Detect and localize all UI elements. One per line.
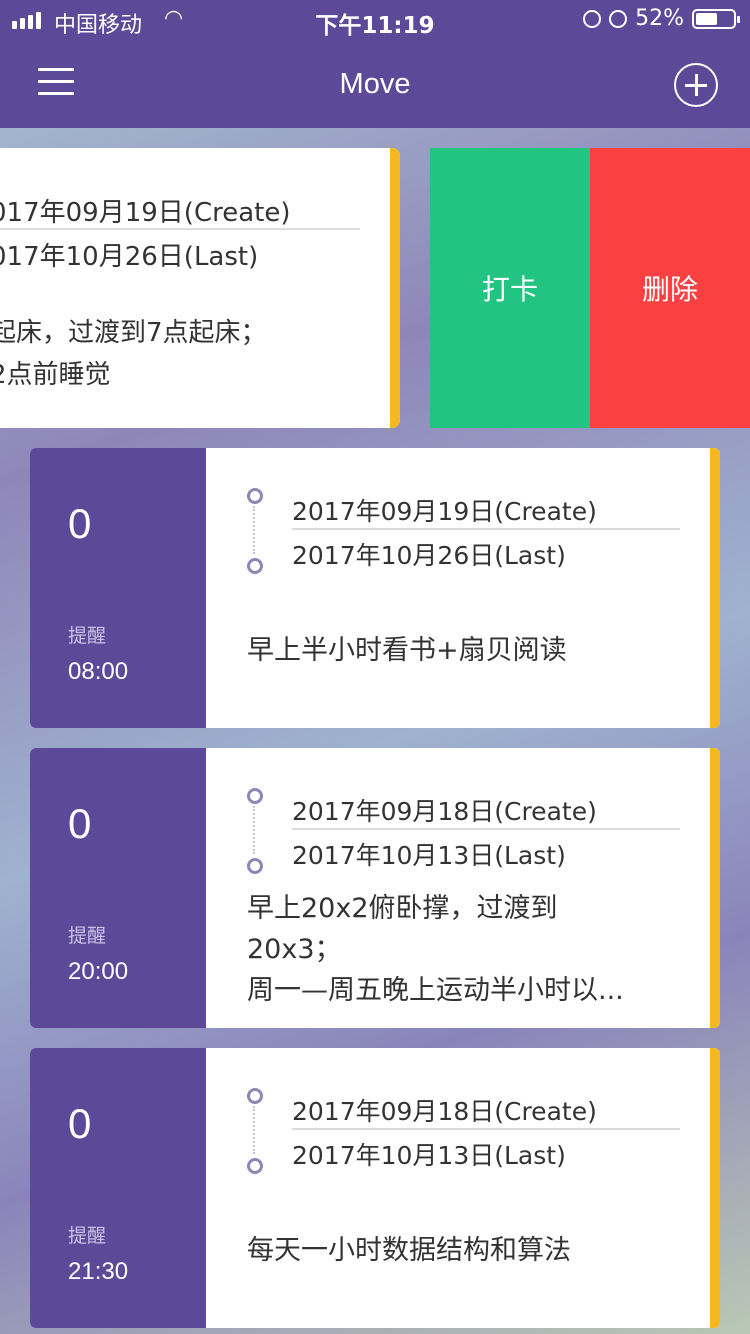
task-text-line3: 周一—周五晚上运动半小时以... bbox=[247, 975, 624, 1006]
last-date: 2017年10月13日(Last) bbox=[292, 841, 566, 870]
card-accent-bar bbox=[710, 1048, 720, 1328]
timeline-end-icon bbox=[247, 858, 263, 874]
battery-icon bbox=[692, 8, 740, 29]
rotation-lock-icon bbox=[583, 9, 602, 28]
timeline-connector bbox=[253, 806, 255, 854]
reminder-time: 08:00 bbox=[68, 658, 129, 685]
reminder-time: 21:30 bbox=[68, 1258, 129, 1285]
page-title: Move bbox=[339, 68, 411, 100]
date-divider bbox=[292, 1128, 680, 1130]
alarm-icon bbox=[609, 9, 628, 28]
date-divider bbox=[0, 228, 360, 230]
card-accent-bar bbox=[710, 448, 720, 728]
last-date: 017年10月26日(Last) bbox=[0, 242, 259, 272]
habit-counter-panel: 0 提醒 20:00 bbox=[30, 748, 206, 1028]
checkin-count: 0 bbox=[68, 1100, 92, 1147]
status-bar: 中国移动 ◠ 下午11:19 52% bbox=[0, 0, 750, 40]
checkin-button[interactable]: 打卡 bbox=[430, 148, 590, 428]
checkin-count: 0 bbox=[68, 500, 92, 547]
task-text-line2: 20x3； bbox=[247, 934, 342, 965]
timeline-start-icon bbox=[247, 788, 263, 804]
created-date: 2017年09月19日(Create) bbox=[292, 497, 597, 526]
timeline-connector bbox=[253, 506, 255, 554]
habit-card[interactable]: 0 提醒 21:30 2017年09月18日(Create) 2017年10月1… bbox=[30, 1048, 720, 1328]
timeline-connector bbox=[253, 1106, 255, 1154]
battery-percent: 52% bbox=[635, 6, 684, 31]
date-divider bbox=[292, 828, 680, 830]
timeline-end-icon bbox=[247, 1158, 263, 1174]
task-text-line1: 早上半小时看书+扇贝阅读 bbox=[247, 635, 567, 666]
task-text-line1: 早上20x2俯卧撑，过渡到 bbox=[247, 893, 558, 924]
created-date: 2017年09月18日(Create) bbox=[292, 1097, 597, 1126]
reminder-label: 提醒 bbox=[68, 925, 107, 947]
task-text: 早上半小时看书+扇贝阅读 bbox=[247, 630, 677, 671]
task-text-line1: 起床，过渡到7点起床； bbox=[0, 318, 267, 348]
add-habit-button[interactable] bbox=[674, 63, 718, 107]
task-text: 早上20x2俯卧撑，过渡到 20x3； 周一—周五晚上运动半小时以... bbox=[247, 888, 677, 1011]
timeline-start-icon bbox=[247, 1088, 263, 1104]
created-date: 2017年09月18日(Create) bbox=[292, 797, 597, 826]
timeline-end-icon bbox=[247, 558, 263, 574]
created-date: 017年09月19日(Create) bbox=[0, 198, 291, 228]
top-bar: 中国移动 ◠ 下午11:19 52% Move bbox=[0, 0, 750, 128]
habit-card[interactable]: 0 提醒 08:00 2017年09月19日(Create) 2017年10月2… bbox=[30, 448, 720, 728]
reminder-label: 提醒 bbox=[68, 1225, 107, 1247]
timeline-start-icon bbox=[247, 488, 263, 504]
status-right: 52% bbox=[583, 6, 740, 31]
task-text-line2: 2点前睡觉 bbox=[0, 360, 111, 390]
task-text: 每天一小时数据结构和算法 bbox=[247, 1230, 677, 1271]
last-date: 2017年10月13日(Last) bbox=[292, 1141, 566, 1170]
habit-card[interactable]: 0 提醒 20:00 2017年09月18日(Create) 2017年10月1… bbox=[30, 748, 720, 1028]
reminder-time: 20:00 bbox=[68, 958, 129, 985]
checkin-count: 0 bbox=[68, 800, 92, 847]
reminder-label: 提醒 bbox=[68, 625, 107, 647]
swiped-habit-card[interactable]: 017年09月19日(Create) 017年10月26日(Last) 起床，过… bbox=[0, 148, 400, 428]
date-divider bbox=[292, 528, 680, 530]
delete-button[interactable]: 删除 bbox=[590, 148, 750, 428]
last-date: 2017年10月26日(Last) bbox=[292, 541, 566, 570]
habit-counter-panel: 0 提醒 21:30 bbox=[30, 1048, 206, 1328]
habit-counter-panel: 0 提醒 08:00 bbox=[30, 448, 206, 728]
card-accent-bar bbox=[390, 148, 400, 428]
card-accent-bar bbox=[710, 748, 720, 1028]
task-text-line1: 每天一小时数据结构和算法 bbox=[247, 1235, 571, 1266]
